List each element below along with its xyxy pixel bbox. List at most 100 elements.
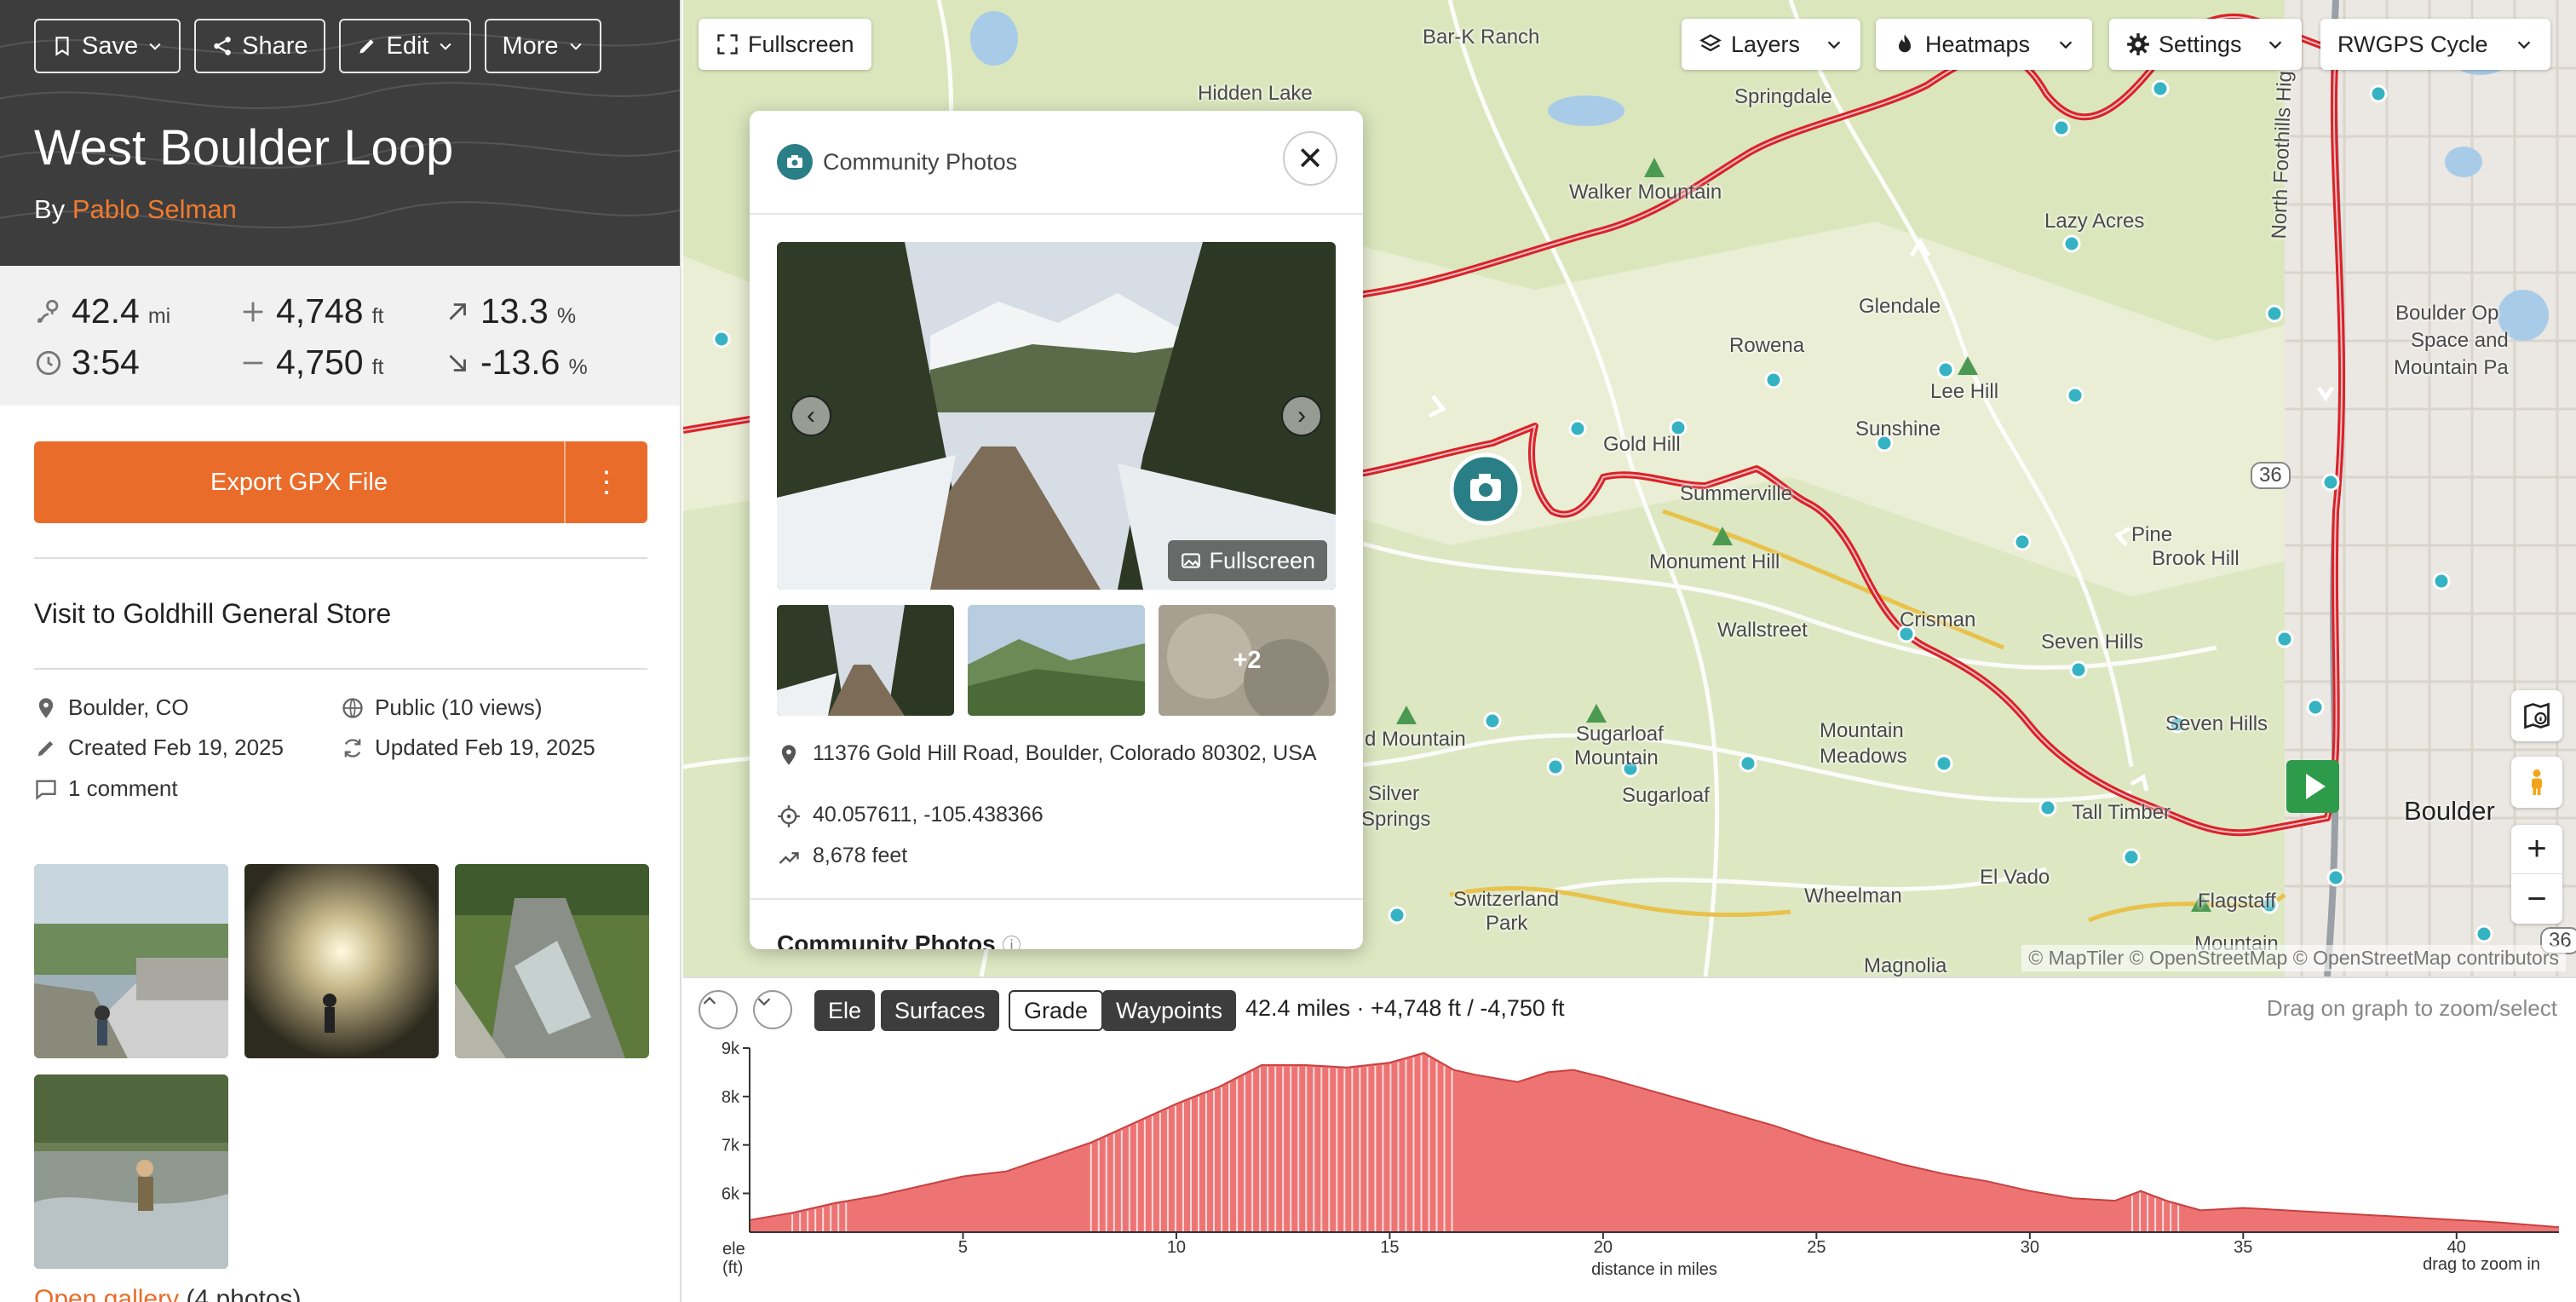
x-axis-title: distance in miles [1591, 1260, 1717, 1279]
byline-prefix: By [34, 194, 66, 224]
divider [34, 668, 647, 670]
map-fullscreen-button[interactable]: Fullscreen [699, 19, 871, 70]
minus-icon [243, 361, 263, 364]
place-label: Glendale [1859, 295, 1941, 318]
chevron-down-icon [2517, 41, 2531, 49]
zoom-in-button[interactable]: + [2511, 825, 2562, 874]
arrow-down-right-icon [449, 354, 466, 372]
stat-ascent: 4,748 ft [239, 291, 384, 331]
descent-value: 4,750 [276, 343, 364, 382]
settings-dropdown[interactable]: Settings [2109, 19, 2302, 70]
meta-comments[interactable]: 1 comment [34, 775, 178, 802]
map-attribution[interactable]: © MapTiler © OpenStreetMap © OpenStreetM… [2021, 945, 2566, 971]
time-value: 3:54 [72, 343, 140, 382]
elevation-chart[interactable]: 6k 7k 8k 9k 5 10 15 20 25 30 35 40 ele (ft) distan… [683, 978, 2576, 1302]
gallery-photo-3[interactable] [455, 864, 649, 1058]
save-button[interactable]: Save [34, 19, 181, 73]
main-photo[interactable]: ‹ › Fullscreen [777, 242, 1336, 590]
export-options-button[interactable]: ⋮ [566, 441, 647, 523]
gallery-footer: Open gallery (4 photos) [34, 1285, 302, 1302]
place-label: Springdale [1734, 85, 1832, 108]
gallery-photo-2[interactable] [244, 864, 439, 1058]
place-label: Meadows [1820, 745, 1907, 768]
thumbnail-1[interactable] [777, 605, 954, 716]
place-label: Silver [1368, 782, 1420, 805]
place-label: Wheelman [1804, 884, 1902, 907]
comments-text: 1 comment [68, 775, 178, 801]
open-gallery-link[interactable]: Open gallery [34, 1285, 179, 1302]
descent-unit: ft [371, 355, 384, 379]
x-tick-label: 35 [2234, 1238, 2252, 1257]
place-label: Mountain [1820, 719, 1904, 742]
address-text: 11376 Gold Hill Road, Boulder, Colorado … [813, 741, 1317, 765]
place-label: Sunshine [1855, 418, 1941, 441]
river-wading-photo [34, 1074, 228, 1269]
place-label: Brook Hill [2152, 547, 2240, 570]
place-label: Space and [2411, 329, 2509, 352]
info-icon[interactable]: ⓘ [1002, 935, 1021, 949]
comment-icon [36, 780, 56, 800]
map-fullscreen-label: Fullscreen [748, 31, 854, 57]
clock-icon [36, 350, 61, 375]
route-map[interactable]: Bar-K Ranch Hidden Lake Springdale Walke… [683, 0, 2576, 976]
location-text: Boulder, CO [68, 694, 189, 720]
previous-photo-button[interactable]: ‹ [791, 395, 831, 436]
photo-fullscreen-button[interactable]: Fullscreen [1168, 540, 1327, 581]
place-label: Bar-K Ranch [1423, 26, 1540, 49]
map-info-icon [2524, 702, 2550, 729]
more-button[interactable]: More [485, 19, 601, 73]
street-view-button[interactable] [2511, 757, 2562, 808]
author-link[interactable]: Pablo Selman [72, 194, 237, 224]
place-label: Rowena [1729, 334, 1805, 357]
elevation-panel: Ele Surfaces Grade Waypoints 42.4 miles … [683, 976, 2576, 1302]
basemap-select[interactable]: RWGPS Cycle [2320, 19, 2550, 70]
gear-icon [2127, 33, 2149, 55]
layers-dropdown[interactable]: Layers [1682, 19, 1860, 70]
map-legend-button[interactable] [2511, 690, 2562, 741]
place-label: Mountain Pa [2394, 356, 2509, 379]
more-photos-count: +2 [1233, 646, 1262, 674]
chevron-down-icon [440, 43, 452, 50]
updated-text: Updated Feb 19, 2025 [375, 735, 595, 760]
save-label: Save [82, 32, 139, 60]
more-label: More [502, 32, 559, 60]
place-label: Gold Hill [1603, 433, 1681, 456]
share-icon [214, 37, 231, 55]
route-title: West Boulder Loop [34, 120, 454, 176]
mountain-valley-thumb [968, 605, 1145, 716]
lake [2445, 147, 2482, 177]
stat-descent: 4,750 ft [239, 343, 384, 383]
place-label: Springs [1361, 808, 1431, 831]
chevron-down-icon [149, 43, 161, 50]
cyclist-bridge-photo [34, 864, 228, 1058]
heatmaps-dropdown[interactable]: Heatmaps [1876, 19, 2092, 70]
zoom-out-button[interactable]: − [2511, 874, 2562, 924]
place-label: Sugarloaf [1622, 784, 1710, 807]
gallery-photo-1[interactable] [34, 864, 228, 1058]
plus-icon [243, 302, 263, 321]
place-label: Walker Mountain [1569, 181, 1722, 204]
pegman-icon [2532, 769, 2542, 795]
photo-fullscreen-label: Fullscreen [1209, 547, 1315, 573]
camera-icon [777, 144, 813, 180]
y-tick-label: 9k [722, 1040, 740, 1058]
close-popup-button[interactable]: ✕ [1283, 131, 1337, 186]
export-gpx-button[interactable]: Export GPX File [34, 441, 566, 523]
thumbnail-more[interactable]: +2 [1159, 605, 1336, 716]
place-label: Switzerland [1453, 888, 1560, 911]
edit-button[interactable]: Edit [338, 19, 472, 73]
next-photo-button[interactable]: › [1281, 395, 1322, 436]
gallery-photo-4[interactable] [34, 1074, 228, 1269]
export-gpx-group: Export GPX File ⋮ [34, 441, 647, 523]
creek-photo [455, 864, 649, 1058]
snowy-road-photo [777, 242, 1336, 590]
divider [750, 898, 1363, 900]
thumbnail-2[interactable] [968, 605, 1145, 716]
edit-label: Edit [386, 32, 429, 60]
min-grade-unit: % [568, 355, 588, 379]
y-tick-label: 7k [722, 1137, 740, 1155]
max-grade-unit: % [556, 304, 577, 328]
elevation-area [750, 1052, 2559, 1232]
share-button[interactable]: Share [194, 19, 325, 73]
expand-icon [717, 34, 738, 55]
